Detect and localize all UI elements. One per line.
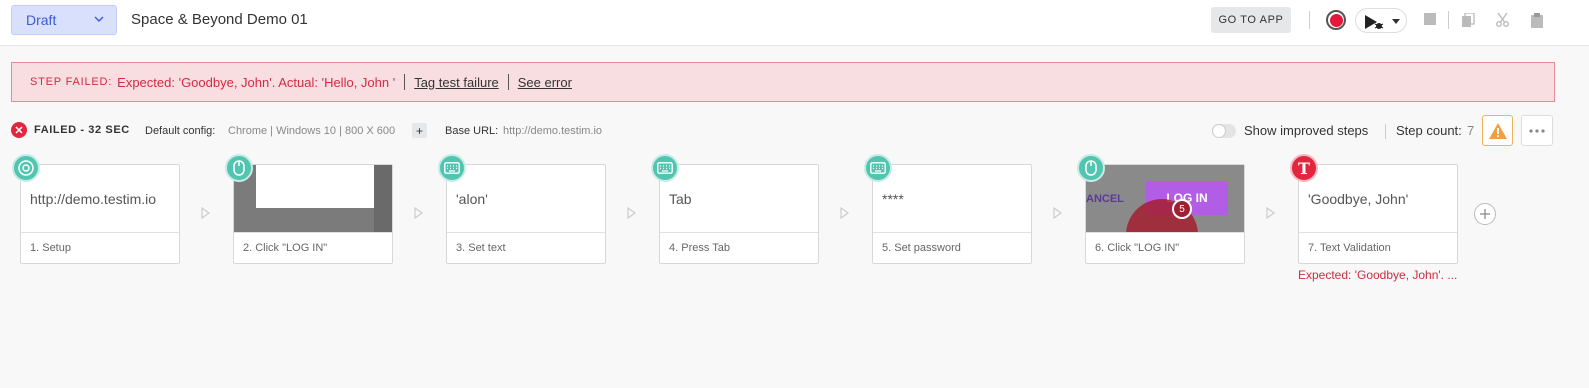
test-status-row: ✕ FAILED - 32 SEC Default config: Chrome… (11, 115, 1571, 146)
chevron-down-icon (94, 16, 104, 22)
test-name[interactable]: Space & Beyond Demo 01 (131, 11, 308, 28)
status-select[interactable]: Draft (11, 5, 117, 35)
step-screenshot (234, 165, 392, 232)
step-count-value: 7 (1467, 123, 1475, 138)
step-label: 7. Text Validation (1299, 232, 1457, 263)
arrow-right-icon (627, 207, 637, 219)
keyboard-icon (651, 154, 679, 182)
record-icon (1329, 13, 1343, 27)
screenshot-cancel-text: ANCEL (1086, 193, 1124, 205)
mouse-icon (1077, 154, 1105, 182)
step-label: 3. Set text (447, 232, 605, 263)
divider (1309, 11, 1310, 29)
banner-label: STEP FAILED: (30, 76, 113, 88)
copy-icon[interactable] (1462, 13, 1475, 27)
keyboard-icon (438, 154, 466, 182)
config-value[interactable]: Chrome | Windows 10 | 800 X 600 (228, 125, 395, 137)
step-card[interactable]: ANCEL LOG IN 5 6. Click "LOG IN" (1085, 164, 1245, 264)
stop-icon[interactable] (1424, 13, 1436, 25)
screenshot-panel (374, 165, 392, 232)
step-failed-banner: STEP FAILED: Expected: 'Goodbye, John'. … (11, 62, 1555, 102)
run-button-group[interactable] (1355, 8, 1407, 33)
step-label: 5. Set password (873, 232, 1031, 263)
arrow-right-icon (1053, 207, 1063, 219)
cut-icon[interactable] (1496, 13, 1509, 27)
step-label: 1. Setup (21, 232, 179, 263)
status-select-value: Draft (26, 12, 57, 28)
go-to-app-button[interactable]: GO TO APP (1211, 7, 1291, 33)
click-count-badge: 5 (1172, 199, 1192, 219)
step-error-message[interactable]: Expected: 'Goodbye, John'. ... (1298, 268, 1457, 282)
config-label: Default config: (145, 125, 216, 137)
add-config-button[interactable]: + (412, 123, 427, 138)
more-horizontal-icon (1529, 128, 1545, 133)
arrow-right-icon (414, 207, 424, 219)
divider (507, 74, 509, 90)
base-url-value[interactable]: http://demo.testim.io (503, 125, 602, 137)
step-card[interactable]: http://demo.testim.io 1. Setup (20, 164, 180, 264)
record-button[interactable] (1326, 10, 1346, 30)
arrow-right-icon (840, 207, 850, 219)
step-card[interactable]: 2. Click "LOG IN" (233, 164, 393, 264)
paste-icon[interactable] (1531, 13, 1543, 28)
banner-message: Expected: 'Goodbye, John'. Actual: 'Hell… (117, 74, 396, 90)
warning-button[interactable] (1482, 115, 1513, 146)
divider (1448, 11, 1449, 29)
divider (1385, 124, 1386, 139)
improved-steps-toggle[interactable] (1212, 124, 1236, 138)
step-screenshot: ANCEL LOG IN 5 (1086, 165, 1244, 232)
step-label: 4. Press Tab (660, 232, 818, 263)
warning-icon (1488, 122, 1507, 139)
play-debug-icon (1365, 15, 1384, 29)
toggle-knob (1212, 124, 1226, 138)
arrow-right-icon (201, 207, 211, 219)
plus-icon (1480, 209, 1490, 219)
step-preview: Tab (669, 190, 692, 207)
arrow-right-icon (1266, 207, 1276, 219)
base-url-label: Base URL: (445, 125, 499, 137)
step-preview: **** (882, 190, 904, 207)
see-error-link[interactable]: See error (518, 75, 572, 90)
mouse-icon (225, 154, 253, 182)
step-card[interactable]: 'alon' 3. Set text (446, 164, 606, 264)
top-bar: Draft Space & Beyond Demo 01 GO TO APP (0, 0, 1589, 46)
screenshot-panel (256, 165, 374, 208)
keyboard-icon (864, 154, 892, 182)
improved-steps-label: Show improved steps (1244, 123, 1369, 138)
caret-down-icon[interactable] (1392, 19, 1400, 24)
text-validation-icon: T (1290, 154, 1318, 182)
chrome-icon (12, 154, 40, 182)
step-label: 2. Click "LOG IN" (234, 232, 392, 263)
divider (404, 74, 406, 90)
step-count-label: Step count: (1396, 123, 1462, 138)
step-card[interactable]: Tab 4. Press Tab (659, 164, 819, 264)
step-label: 6. Click "LOG IN" (1086, 232, 1244, 263)
step-preview: 'alon' (456, 190, 488, 207)
tag-test-failure-link[interactable]: Tag test failure (414, 75, 499, 90)
test-result: FAILED - 32 SEC (34, 124, 130, 136)
step-card[interactable]: **** 5. Set password (872, 164, 1032, 264)
step-preview: http://demo.testim.io (30, 190, 157, 207)
step-preview: 'Goodbye, John' (1308, 190, 1409, 207)
more-options-button[interactable] (1521, 115, 1553, 146)
step-card[interactable]: 'Goodbye, John' 7. Text Validation (1298, 164, 1458, 264)
add-step-button[interactable] (1474, 203, 1496, 225)
failed-icon: ✕ (11, 122, 27, 138)
